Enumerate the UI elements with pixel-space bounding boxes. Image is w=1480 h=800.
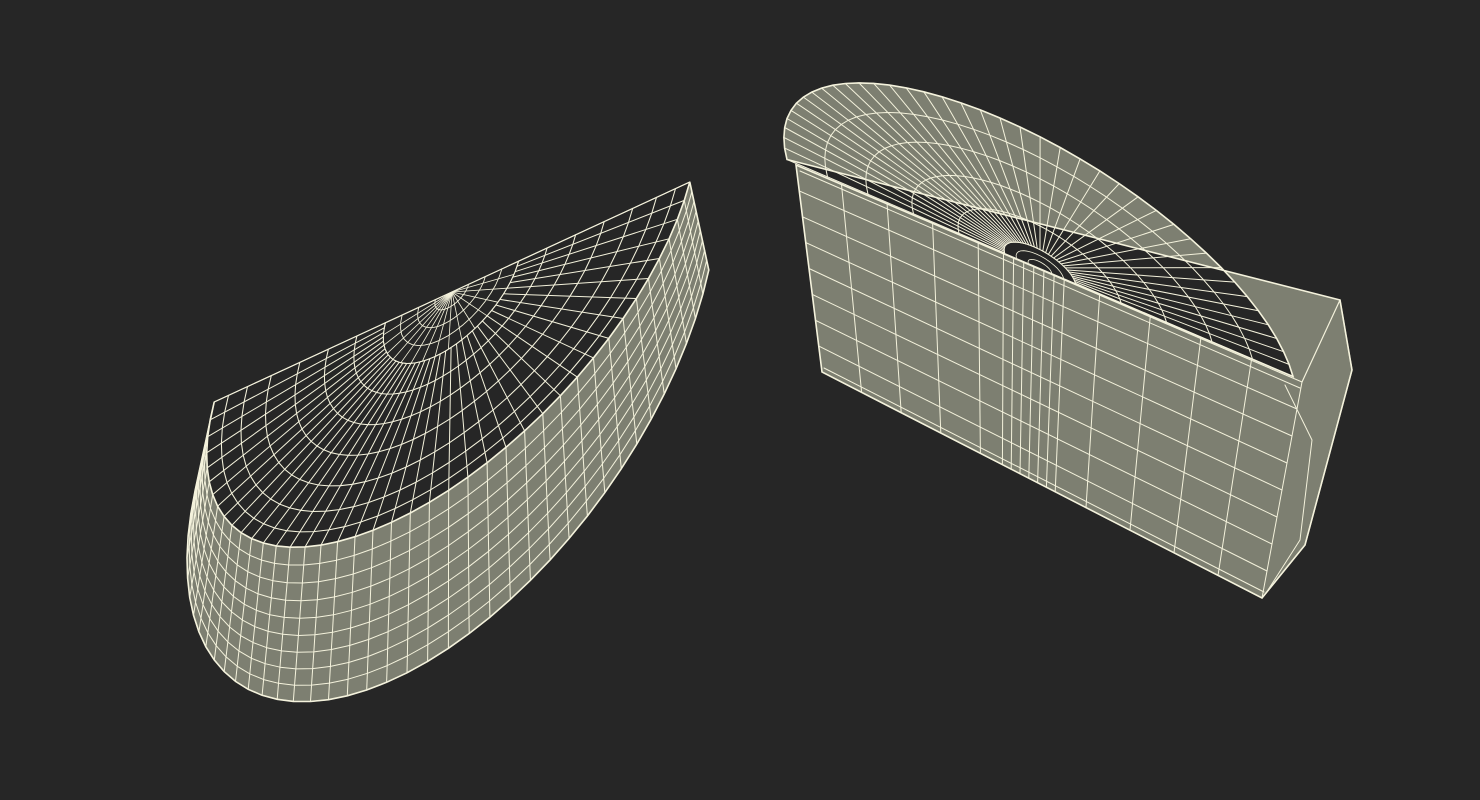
render-viewport bbox=[0, 0, 1480, 800]
wireframe-scene bbox=[0, 0, 1480, 800]
